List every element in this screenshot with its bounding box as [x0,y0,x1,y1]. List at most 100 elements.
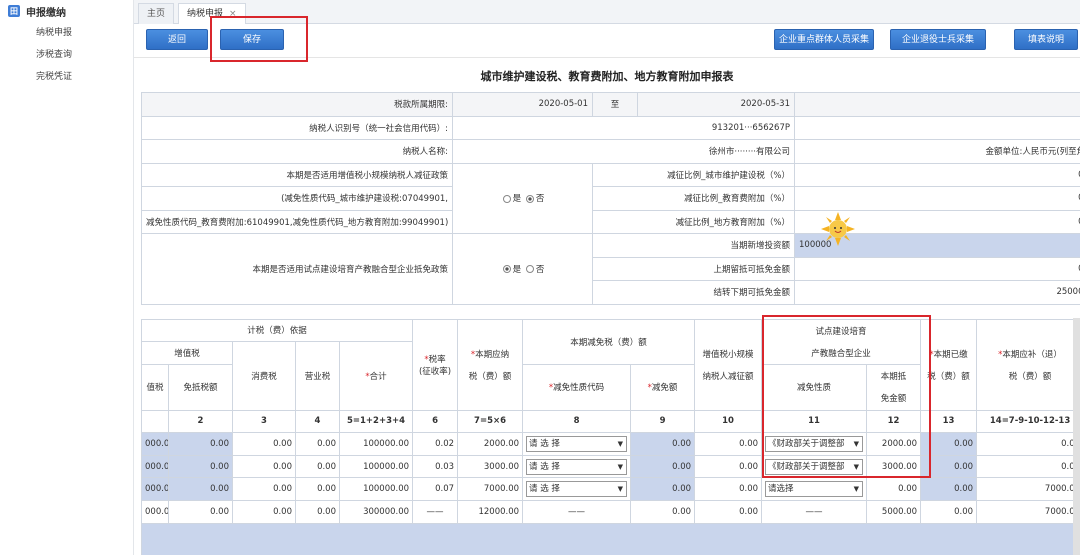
form-title: 城市维护建设税、教育费附加、地方教育附加申报表 [480,70,734,83]
small-policy-radio: 是 否 [452,162,593,234]
relief-code-select[interactable]: 请 选 择 ▼ [522,477,632,502]
cell-small-reduction: 0.00 [694,477,763,502]
header-small-text: 增值税小规模 [702,349,754,360]
colnum: 7=5×6 [457,409,524,434]
pilot-code-select[interactable]: 《财政部关于调整部 ▼ [761,432,868,456]
next-credit-label: 结转下期可抵免金额 [592,280,795,305]
colnum: 5=1+2+3+4 [338,409,414,434]
table-footer-blank [141,522,1080,555]
save-button[interactable]: 保存 [220,29,284,50]
select-value: 请 选 择 [529,439,560,450]
period-start: 2020-05-01 [452,92,593,117]
cell-vat[interactable]: 000.00 [141,454,169,479]
cell-relief-amount[interactable]: 0.00 [630,477,696,502]
vertical-scrollbar[interactable] [1073,318,1080,555]
reduction-edu-label: 减征比例_教育费附加（%） [592,186,795,211]
cell-relief-amount[interactable]: 0.00 [630,454,696,479]
cell-vat-exempt[interactable]: 0.00 [168,432,233,456]
sidebar-item-tax-query[interactable]: 涉税查询 [0,44,133,66]
dropdown-arrow-icon: ▼ [617,485,624,494]
colnum: 2 [168,409,233,434]
cell-consumption[interactable]: 0.00 [232,432,296,456]
radio-yes[interactable] [502,194,511,203]
cell-business: 0.00 [295,500,340,524]
cell-vat-exempt[interactable]: 0.00 [168,454,233,479]
header-pilot-credit: 本期抵 免金额 [866,363,922,411]
tab-tax-filing[interactable]: 纳税申报 × [178,3,246,24]
cell-business[interactable]: 0.00 [295,454,340,479]
cell-vat[interactable]: 000.00 [141,432,169,456]
header-paid-text: 本期已缴 [933,349,968,360]
small-policy-q3: 减免性质代码_教育费附加:61049901,减免性质代码_地方教育附加:9904… [141,209,453,234]
colnum-1 [141,409,169,434]
cell-business[interactable]: 0.00 [295,477,340,502]
table-row: 000.00 0.00 0.00 0.00 100000.00 0.02 200… [141,432,1080,456]
header-relief-code-text: 减免性质代码 [553,383,605,394]
cell-business[interactable]: 0.00 [295,432,340,456]
cell-rate: —— [412,500,459,524]
taxpayer-id-label: 纳税人识别号（统一社会信用代码）: [141,115,453,140]
tab-bar: 主页 纳税申报 × [134,0,1080,24]
header-relief-amount: *减免额 [630,363,696,411]
radio-no[interactable] [525,265,534,274]
pilot-code-select[interactable]: 请选择 ▼ [761,477,868,502]
cell-pilot-credit: 5000.00 [866,500,922,524]
reduction-city-label: 减征比例_城市维护建设税（%） [592,162,795,187]
header-paid: *本期已缴 税（费）额 [920,318,978,411]
header-consumption: 消费税 [232,341,296,411]
header-vat-general: 值税 [141,363,169,411]
reduction-city-value[interactable]: 0.00 [794,162,1080,187]
cell-consumption[interactable]: 0.00 [232,477,296,502]
header-payable: *本期应纳 税（费）额 [457,318,524,411]
cell-paid[interactable]: 0.00 [920,477,978,502]
cell-vat-exempt[interactable]: 0.00 [168,477,233,502]
period-label: 税款所属期限: [141,92,453,117]
next-credit-value: 25000.00 [794,280,1080,305]
back-button[interactable]: 返回 [146,29,208,50]
cell-total: 300000.00 [338,500,414,524]
sidebar-section-header[interactable]: 田 申报缴纳 [0,0,133,22]
cell-relief-amount[interactable]: 0.00 [630,432,696,456]
cell-refund: 7000.00 [976,477,1080,502]
cell-paid[interactable]: 0.00 [920,454,978,479]
header-refund: *本期应补（退） 税（费）额 [976,318,1080,411]
header-rate-text: 税率 [428,354,446,365]
form-icon: 田 [8,5,20,17]
radio-yes[interactable] [502,265,511,274]
header-pilot-sub: 产教融合型企业 [811,348,871,359]
pilot-code-select[interactable]: 《财政部关于调整部 ▼ [761,454,868,479]
colnum: 3 [232,409,296,434]
small-policy-q1: 本期是否适用增值税小规模纳税人减征政策 [141,162,453,187]
help-button[interactable]: 填表说明 [1014,29,1078,50]
relief-code-select[interactable]: 请 选 择 ▼ [522,454,632,479]
header-rate-sub: (征收率) [418,366,452,377]
cell-consumption[interactable]: 0.00 [232,454,296,479]
radio-no[interactable] [525,194,534,203]
colnum: 4 [295,409,340,434]
period-blank [794,92,1080,117]
tab-home[interactable]: 主页 [138,3,175,24]
header-relief-amount-text: 减免额 [651,383,678,394]
cell-relief-code: —— [522,500,632,524]
veteran-collect-button[interactable]: 企业退役士兵采集 [890,29,986,50]
colnum: 6 [412,409,459,434]
key-group-collect-button[interactable]: 企业重点群体人员采集 [774,29,874,50]
cell-refund: 0.00 [976,432,1080,456]
cell-vat: 000.00 [141,500,169,524]
cell-vat[interactable]: 000.00 [141,477,169,502]
reduction-edu-value[interactable]: 0.00 [794,186,1080,211]
form-area: 税款所属期限: 2020-05-01 至 2020-05-31 纳税人识别号（统… [141,92,1080,555]
sidebar-item-tax-certificate[interactable]: 完税凭证 [0,66,133,88]
taxpayer-name: 徐州市········有限公司 [452,139,795,164]
relief-code-select[interactable]: 请 选 择 ▼ [522,432,632,456]
sidebar-item-tax-filing[interactable]: 纳税申报 [0,22,133,44]
radio-no-label: 否 [535,194,545,205]
reduction-local-label: 减征比例_地方教育附加（%） [592,209,795,234]
cell-paid[interactable]: 0.00 [920,432,978,456]
tab-tax-filing-label: 纳税申报 [187,9,224,19]
close-icon[interactable]: × [229,9,237,19]
header-rate: *税率 (征收率) [412,318,459,411]
colnum: 12 [866,409,922,434]
table-row: 000.00 0.00 0.00 0.00 100000.00 0.07 700… [141,477,1080,502]
cell-total: 100000.00 [338,477,414,502]
